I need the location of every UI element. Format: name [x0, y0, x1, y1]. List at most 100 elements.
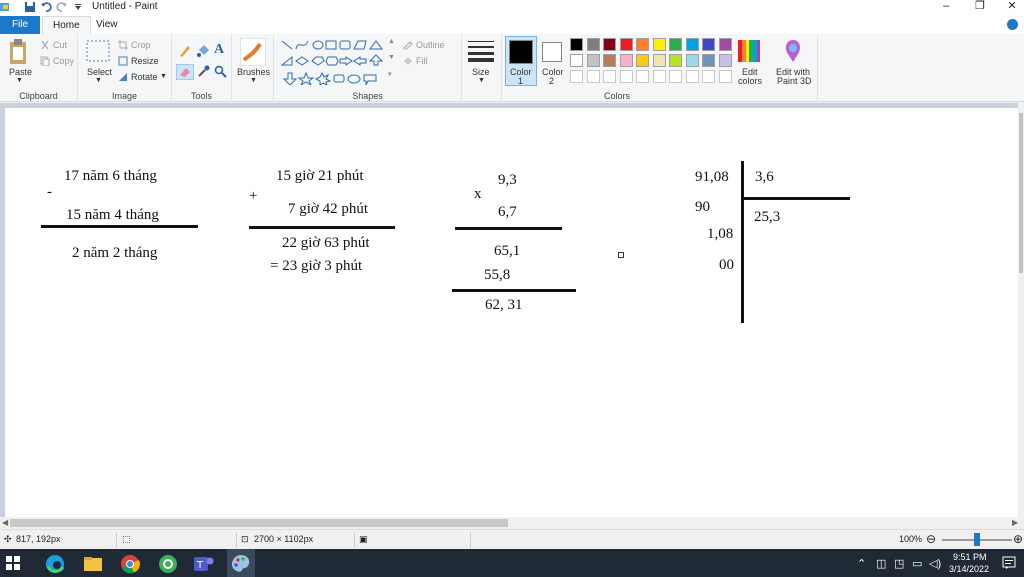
palette-custom-slot[interactable]: [586, 70, 600, 83]
select-icon[interactable]: [86, 40, 110, 62]
palette-color-swatch[interactable]: [570, 38, 583, 51]
outline-button[interactable]: Outline: [416, 40, 445, 50]
palette-color-swatch[interactable]: [586, 54, 600, 67]
palette-custom-slot[interactable]: [636, 70, 649, 83]
size-label[interactable]: Size: [472, 67, 490, 77]
tray-app-icon[interactable]: ◫: [876, 557, 886, 570]
horizontal-scrollbar[interactable]: ◀ ▶: [0, 517, 1024, 529]
palette-custom-slot[interactable]: [603, 70, 616, 83]
palette-custom-slot[interactable]: [702, 70, 715, 83]
brushes-label[interactable]: Brushes: [237, 67, 270, 77]
palette-custom-slot[interactable]: [570, 70, 583, 83]
cut-button[interactable]: Cut: [53, 40, 67, 50]
shapes-gallery-icon[interactable]: [280, 39, 394, 85]
palette-color-swatch[interactable]: [652, 54, 666, 67]
select-label[interactable]: Select: [87, 67, 112, 77]
paint-taskbar-icon[interactable]: [230, 553, 252, 575]
rotate-chevron-icon[interactable]: ▼: [160, 73, 167, 80]
palette-custom-slot[interactable]: [669, 70, 682, 83]
palette-custom-slot[interactable]: [619, 70, 633, 83]
palette-color-swatch[interactable]: [685, 54, 699, 67]
color2-swatch[interactable]: [542, 42, 562, 62]
shapes-scroll-down-icon[interactable]: ▼: [388, 54, 395, 61]
palette-color-swatch[interactable]: [636, 38, 649, 51]
text-tool-icon[interactable]: A: [214, 42, 224, 58]
fill-shape-button[interactable]: Fill: [416, 56, 428, 66]
edit-colors-icon[interactable]: [738, 40, 760, 62]
teams-icon[interactable]: T: [193, 553, 215, 575]
clock-time[interactable]: 9:51 PM: [953, 552, 987, 562]
palette-color-swatch[interactable]: [636, 54, 649, 67]
zoom-out-button[interactable]: ⊖: [926, 532, 936, 546]
paste-label[interactable]: Paste: [9, 67, 32, 77]
cococ-browser-icon[interactable]: [157, 553, 179, 575]
selection-handle[interactable]: [618, 252, 624, 258]
palette-color-swatch[interactable]: [702, 38, 715, 51]
zoom-slider-thumb[interactable]: [974, 533, 980, 546]
save-icon[interactable]: [24, 1, 36, 13]
color-picker-icon[interactable]: [197, 65, 210, 78]
palette-color-swatch[interactable]: [603, 54, 616, 67]
paste-chevron-icon[interactable]: ▼: [16, 77, 23, 84]
edge-browser-icon[interactable]: [44, 553, 66, 575]
paste-icon[interactable]: [8, 38, 30, 66]
tray-app2-icon[interactable]: ◳: [894, 557, 904, 570]
palette-color-swatch[interactable]: [619, 38, 633, 51]
eraser-icon[interactable]: [176, 64, 194, 80]
brushes-chevron-icon[interactable]: ▼: [250, 77, 257, 84]
clock-date[interactable]: 3/14/2022: [949, 564, 989, 574]
size-chevron-icon[interactable]: ▼: [478, 77, 485, 84]
close-button[interactable]: ✕: [996, 0, 1024, 14]
notification-center-icon[interactable]: [1002, 556, 1016, 570]
chrome-browser-icon[interactable]: [119, 553, 141, 575]
drawing-canvas[interactable]: 17 năm 6 tháng - 15 năm 4 tháng 2 năm 2 …: [5, 108, 1018, 517]
scroll-right-icon[interactable]: ▶: [1012, 517, 1018, 529]
tray-overflow-icon[interactable]: ⌃: [857, 557, 866, 570]
edit-colors-label-2[interactable]: colors: [738, 76, 762, 86]
resize-button[interactable]: Resize: [131, 56, 159, 66]
fill-icon[interactable]: [196, 44, 210, 58]
windows-start-icon[interactable]: [6, 556, 20, 570]
edit-3d-label-2[interactable]: Paint 3D: [777, 76, 812, 86]
color1-swatch[interactable]: [509, 40, 533, 64]
undo-icon[interactable]: [40, 1, 52, 13]
palette-custom-slot[interactable]: [685, 70, 699, 83]
minimize-button[interactable]: –: [930, 0, 962, 14]
shapes-scroll-up-icon[interactable]: ▲: [388, 38, 395, 45]
volume-icon[interactable]: ◁): [929, 557, 941, 570]
magnifier-icon[interactable]: [214, 65, 227, 78]
palette-custom-slot[interactable]: [718, 70, 732, 83]
palette-color-swatch[interactable]: [652, 38, 666, 51]
crop-button[interactable]: Crop: [131, 40, 151, 50]
customize-toolbar-icon[interactable]: [72, 1, 84, 13]
palette-color-swatch[interactable]: [669, 54, 682, 67]
rotate-button[interactable]: Rotate: [131, 72, 158, 82]
select-chevron-icon[interactable]: ▼: [95, 77, 102, 84]
vertical-scroll-thumb[interactable]: [1019, 113, 1023, 273]
palette-color-swatch[interactable]: [669, 38, 682, 51]
horizontal-scroll-thumb[interactable]: [10, 519, 508, 527]
file-explorer-icon[interactable]: [82, 553, 104, 575]
tab-home[interactable]: Home: [42, 16, 91, 34]
copy-button[interactable]: Copy: [53, 56, 74, 66]
maximize-button[interactable]: ❐: [964, 0, 996, 14]
tab-file[interactable]: File: [0, 16, 40, 34]
palette-color-swatch[interactable]: [685, 38, 699, 51]
palette-color-swatch[interactable]: [586, 38, 600, 51]
zoom-in-button[interactable]: ⊕: [1013, 532, 1023, 546]
vertical-scrollbar[interactable]: [1018, 103, 1024, 517]
paint3d-icon[interactable]: [782, 38, 804, 64]
redo-icon[interactable]: [56, 1, 68, 13]
palette-custom-slot[interactable]: [652, 70, 666, 83]
scroll-left-icon[interactable]: ◀: [2, 517, 8, 529]
palette-color-swatch[interactable]: [702, 54, 715, 67]
brush-icon[interactable]: [240, 38, 266, 66]
help-icon[interactable]: [1007, 19, 1018, 30]
tab-view[interactable]: View: [86, 16, 128, 34]
shapes-more-icon[interactable]: ▾: [388, 70, 392, 78]
palette-color-swatch[interactable]: [718, 38, 732, 51]
pencil-icon[interactable]: [178, 44, 192, 58]
palette-color-swatch[interactable]: [619, 54, 633, 67]
palette-color-swatch[interactable]: [570, 54, 583, 67]
network-icon[interactable]: ▭: [912, 557, 922, 570]
